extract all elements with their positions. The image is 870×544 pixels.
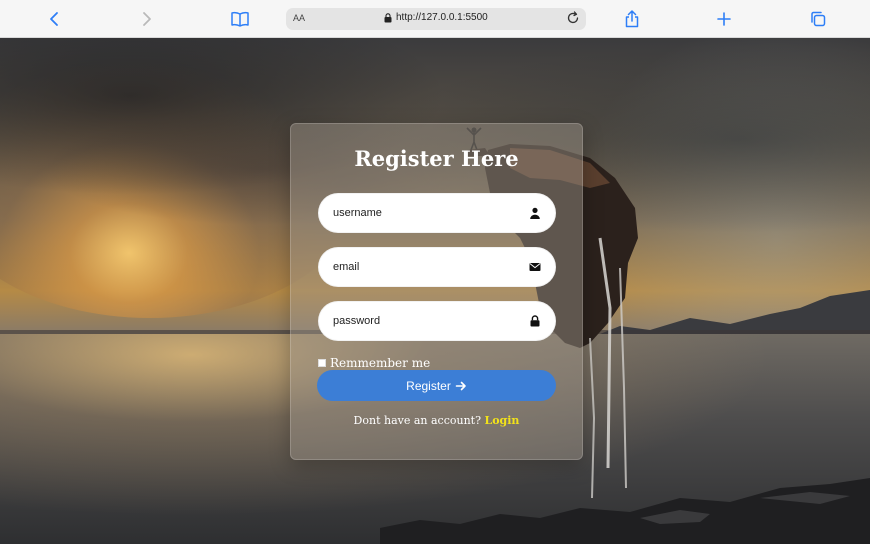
username-field[interactable] xyxy=(318,193,556,233)
login-prompt-text: Dont have an account? xyxy=(353,414,481,427)
remember-checkbox[interactable] xyxy=(318,359,326,367)
password-input[interactable] xyxy=(333,302,523,340)
address-bar[interactable]: AA http://127.0.0.1:5500 xyxy=(286,8,586,30)
lock-icon xyxy=(530,315,540,327)
password-field[interactable] xyxy=(318,301,556,341)
browser-toolbar: AA http://127.0.0.1:5500 xyxy=(0,0,870,38)
reader-mode-button[interactable]: AA xyxy=(293,13,305,23)
tabs-icon xyxy=(811,11,826,27)
back-button[interactable] xyxy=(41,6,67,32)
shore-rocks xyxy=(380,478,870,544)
envelope-icon xyxy=(529,263,541,271)
arrow-right-icon xyxy=(455,381,466,390)
chevron-left-icon xyxy=(50,12,58,26)
reload-button[interactable] xyxy=(566,11,580,30)
user-icon xyxy=(530,207,540,219)
bookmarks-button[interactable] xyxy=(227,6,253,32)
chevron-right-icon xyxy=(143,12,151,26)
book-icon xyxy=(231,11,249,27)
email-input[interactable] xyxy=(333,248,523,286)
tab-overview-button[interactable] xyxy=(805,6,831,32)
new-tab-button[interactable] xyxy=(711,6,737,32)
login-prompt: Dont have an account? Login xyxy=(291,414,582,427)
reload-icon xyxy=(567,11,579,24)
register-button[interactable]: Register xyxy=(317,370,556,401)
username-input[interactable] xyxy=(333,194,523,232)
lock-icon xyxy=(384,12,392,22)
share-icon xyxy=(625,10,639,28)
register-card: Register Here Remmember me Register Dont… xyxy=(290,123,583,460)
forward-button[interactable] xyxy=(134,6,160,32)
form-title: Register Here xyxy=(354,146,519,171)
register-button-label: Register xyxy=(406,378,451,393)
login-link[interactable]: Login xyxy=(484,414,519,427)
email-field[interactable] xyxy=(318,247,556,287)
share-button[interactable] xyxy=(619,6,645,32)
plus-icon xyxy=(717,12,731,26)
remember-label: Remmember me xyxy=(330,356,431,370)
url-text: http://127.0.0.1:5500 xyxy=(396,12,488,23)
remember-me[interactable]: Remmember me xyxy=(318,356,430,370)
